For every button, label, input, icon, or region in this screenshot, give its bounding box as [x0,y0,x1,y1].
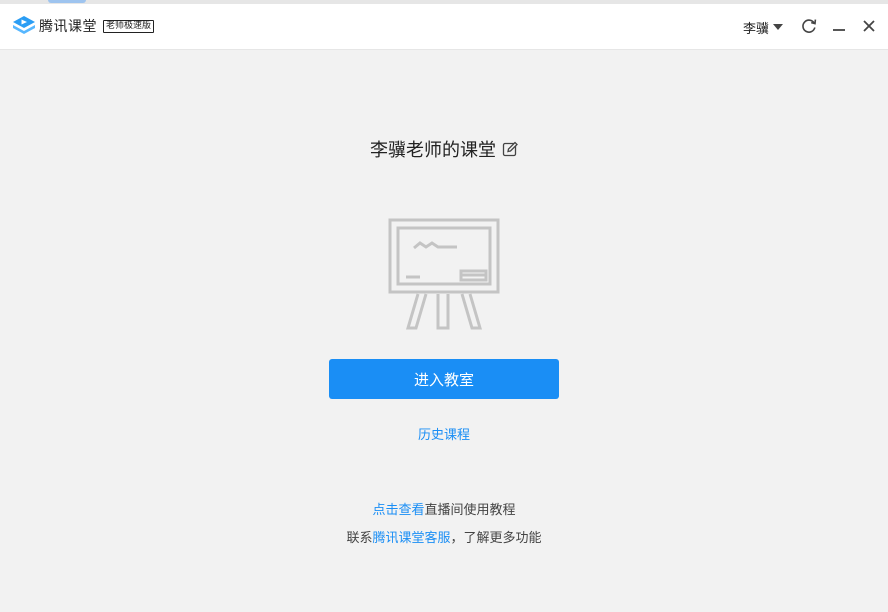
tutorial-text: 直播间使用教程 [424,503,516,518]
close-icon [863,20,875,32]
history-courses-link[interactable]: 历史课程 [418,428,470,443]
refresh-icon [802,19,817,33]
contact-line: 联系腾讯课堂客服，了解更多功能 [0,527,888,546]
tutorial-link[interactable]: 点击查看 [372,503,424,518]
user-menu[interactable]: 李骥 [743,17,783,37]
username: 李骥 [742,21,769,37]
tab-accent [48,0,86,3]
app-name: 腾讯课堂 [39,19,97,35]
caret-down-icon [773,24,783,30]
enter-classroom-button[interactable]: 进入教室 [329,359,559,399]
customer-service-link[interactable]: 腾讯课堂客服 [372,531,450,546]
close-button[interactable] [858,15,880,37]
minimize-button[interactable] [828,15,850,37]
history-courses-row: 历史课程 [0,424,888,443]
tutorial-line: 点击查看直播间使用教程 [0,499,888,518]
title-bar: 腾讯课堂 老师极速版 李骥 [0,4,888,50]
edit-icon[interactable] [502,141,518,157]
tencent-classroom-logo-icon [13,16,35,34]
brand: 腾讯课堂 老师极速版 [12,15,155,37]
edition-badge: 老师极速版 [103,19,155,33]
contact-prefix: 联系 [346,531,373,546]
refresh-button[interactable] [798,15,820,37]
classroom-title-text: 李骥老师的课堂 [370,140,496,161]
classroom-title: 李骥老师的课堂 [0,137,888,161]
blackboard-icon [388,218,500,330]
minimize-icon [833,29,845,31]
contact-suffix: ，了解更多功能 [450,531,542,546]
